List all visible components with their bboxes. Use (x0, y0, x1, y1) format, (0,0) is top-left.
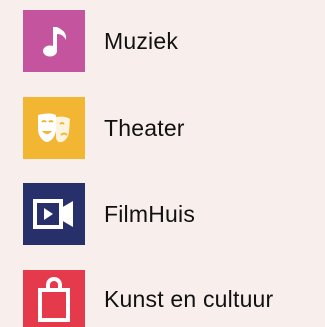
menu-item-kunst-en-cultuur[interactable]: Kunst en cultuur (23, 270, 273, 327)
video-camera-icon (33, 199, 73, 229)
filmhuis-tile (23, 183, 85, 245)
kunst-tile (23, 270, 85, 327)
menu-item-filmhuis[interactable]: FilmHuis (23, 183, 195, 245)
music-note-icon (43, 27, 67, 57)
menu-item-muziek[interactable]: Muziek (23, 10, 178, 72)
muziek-label: Muziek (104, 27, 179, 54)
menu-item-theater[interactable]: Theater (23, 97, 185, 159)
filmhuis-label: FilmHuis (104, 200, 196, 227)
kunst-label: Kunst en cultuur (104, 286, 274, 312)
shopping-bag-icon (38, 276, 70, 322)
muziek-tile (23, 10, 85, 72)
category-menu: Muziek Theater FilmHuis Kunst en cultuur (0, 0, 325, 327)
theater-mask-icon (38, 113, 70, 143)
theater-tile (23, 97, 85, 159)
theater-label: Theater (104, 114, 185, 141)
